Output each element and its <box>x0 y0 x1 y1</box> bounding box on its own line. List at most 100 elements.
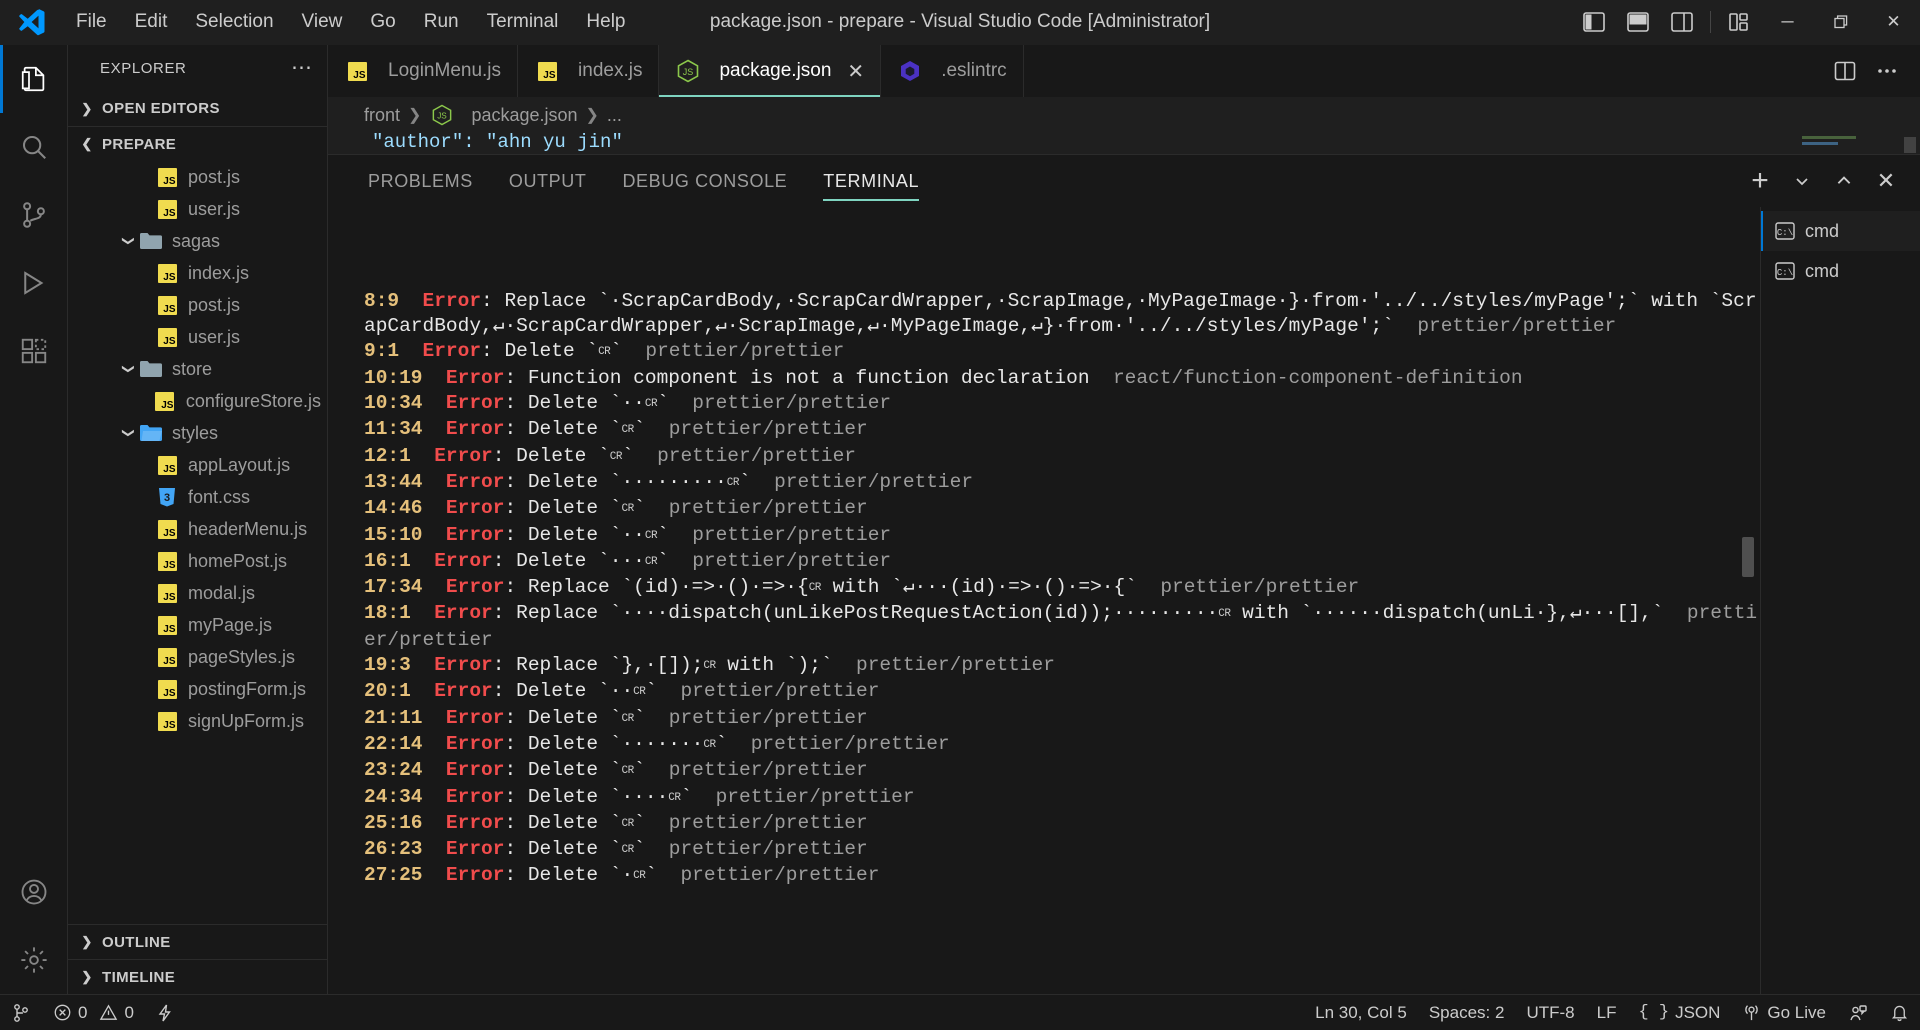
split-editor-icon[interactable] <box>1826 52 1864 90</box>
status-go-live[interactable]: Go Live <box>1731 995 1837 1030</box>
panel-tab-terminal[interactable]: TERMINAL <box>805 155 937 207</box>
terminal-line-rule: prettier/prettier <box>645 340 844 362</box>
tab-close-icon[interactable]: ✕ <box>847 59 864 84</box>
terminal-split-dropdown-icon[interactable] <box>1782 161 1822 201</box>
tree-item-label: sagas <box>172 231 220 252</box>
status-editor-language[interactable]: { } JSON <box>1627 995 1731 1030</box>
tree-file-index.js[interactable]: JSindex.js <box>68 257 327 289</box>
activity-search-icon[interactable] <box>0 113 68 181</box>
tree-file-user.js[interactable]: JSuser.js <box>68 193 327 225</box>
tree-file-configureStore.js[interactable]: JSconfigureStore.js <box>68 385 327 417</box>
chevron-right-icon: ❯ <box>76 934 98 950</box>
activity-run-debug-icon[interactable] <box>0 249 68 317</box>
terminal-line-message: Replace `(id)·=>·()·=>·{CR with `↵···(id… <box>528 576 1137 598</box>
tab-index-js[interactable]: JS index.js <box>518 45 659 97</box>
section-prepare-label: PREPARE <box>102 136 176 153</box>
menu-run[interactable]: Run <box>410 5 473 39</box>
menu-terminal[interactable]: Terminal <box>473 5 573 39</box>
editor-more-actions-icon[interactable] <box>1868 52 1906 90</box>
terminal-line-severity: Error <box>434 602 493 624</box>
status-notifications[interactable] <box>1879 995 1920 1030</box>
tree-file-pageStyles.js[interactable]: JSpageStyles.js <box>68 641 327 673</box>
breadcrumb-item-more[interactable]: ... <box>607 105 622 126</box>
terminal-line-message: Delete `CR` <box>528 838 646 860</box>
tree-file-headerMenu.js[interactable]: JSheaderMenu.js <box>68 513 327 545</box>
status-editor-position[interactable]: Ln 30, Col 5 <box>1304 995 1418 1030</box>
terminal-list-item-cmd-1[interactable]: C:\ cmd <box>1761 211 1920 251</box>
tree-file-appLayout.js[interactable]: JSappLayout.js <box>68 449 327 481</box>
tree-folder-styles[interactable]: ❮styles <box>68 417 327 449</box>
terminal-line-position: 14:46 <box>364 497 423 519</box>
tab-loginmenu-js[interactable]: JS LoginMenu.js <box>328 45 518 97</box>
maximize-panel-icon[interactable] <box>1824 161 1864 201</box>
tree-file-postingForm.js[interactable]: JSpostingForm.js <box>68 673 327 705</box>
status-feedback[interactable] <box>1837 995 1879 1030</box>
section-outline[interactable]: ❯ OUTLINE <box>68 924 327 959</box>
breadcrumb-item-package-json[interactable]: package.json <box>471 105 577 126</box>
toggle-primary-sidebar-icon[interactable] <box>1572 0 1616 44</box>
window-maximize-button[interactable] <box>1814 0 1867 44</box>
tree-file-user.js[interactable]: JSuser.js <box>68 321 327 353</box>
tree-file-homePost.js[interactable]: JShomePost.js <box>68 545 327 577</box>
menu-selection[interactable]: Selection <box>181 5 287 39</box>
panel-tab-debug-console[interactable]: DEBUG CONSOLE <box>604 155 805 207</box>
tree-file-myPage.js[interactable]: JSmyPage.js <box>68 609 327 641</box>
folder-open-icon <box>138 423 164 443</box>
status-remote-indicator[interactable] <box>0 995 42 1030</box>
tab-eslintrc[interactable]: .eslintrc <box>881 45 1023 97</box>
chevron-down-icon[interactable]: ❮ <box>120 230 134 252</box>
menu-view[interactable]: View <box>288 5 357 39</box>
activity-extensions-icon[interactable] <box>0 317 68 385</box>
status-editor-eol[interactable]: LF <box>1586 995 1628 1030</box>
tree-file-signUpForm.js[interactable]: JSsignUpForm.js <box>68 705 327 737</box>
toggle-secondary-sidebar-icon[interactable] <box>1660 0 1704 44</box>
tree-folder-store[interactable]: ❮store <box>68 353 327 385</box>
new-terminal-icon[interactable]: + <box>1740 161 1780 201</box>
section-timeline[interactable]: ❯ TIMELINE <box>68 959 327 994</box>
section-open-editors[interactable]: ❯ OPEN EDITORS <box>68 91 327 126</box>
panel-tab-problems[interactable]: PROBLEMS <box>350 155 491 207</box>
terminal-line: 11:34 Error: Delete `CR` prettier/pretti… <box>364 417 1760 443</box>
menu-file[interactable]: File <box>62 5 121 39</box>
breadcrumb-item-front[interactable]: front <box>364 105 400 126</box>
terminal-list-item-cmd-2[interactable]: C:\ cmd <box>1761 251 1920 291</box>
sidebar-more-actions-icon[interactable]: ⋯ <box>291 63 313 73</box>
tree-file-modal.js[interactable]: JSmodal.js <box>68 577 327 609</box>
section-prepare[interactable]: ❮ PREPARE <box>68 126 327 161</box>
terminal-output[interactable]: 8:9 Error: Replace `·ScrapCardBody,·Scra… <box>328 207 1760 994</box>
tree-file-post.js[interactable]: JSpost.js <box>68 161 327 193</box>
panel-tab-output[interactable]: OUTPUT <box>491 155 605 207</box>
terminal-line-message: Function component is not a function dec… <box>528 367 1090 389</box>
activity-manage-settings-icon[interactable] <box>0 926 68 994</box>
chevron-down-icon[interactable]: ❮ <box>120 358 134 380</box>
js-file-icon: JS <box>154 616 180 635</box>
tree-file-post.js[interactable]: JSpost.js <box>68 289 327 321</box>
menu-go[interactable]: Go <box>356 5 409 39</box>
terminal-line: 20:1 Error: Delete `··CR` prettier/prett… <box>364 679 1760 705</box>
window-close-button[interactable]: ✕ <box>1867 0 1920 44</box>
activity-source-control-icon[interactable] <box>0 181 68 249</box>
menu-edit[interactable]: Edit <box>121 5 182 39</box>
chevron-down-icon[interactable]: ❮ <box>120 422 134 444</box>
customize-layout-icon[interactable] <box>1717 0 1761 44</box>
status-problems[interactable]: 0 0 <box>42 995 145 1030</box>
tree-file-font.css[interactable]: 3font.css <box>68 481 327 513</box>
activity-accounts-icon[interactable] <box>0 858 68 926</box>
status-editor-indentation[interactable]: Spaces: 2 <box>1418 995 1516 1030</box>
menu-help[interactable]: Help <box>572 5 639 39</box>
tree-folder-sagas[interactable]: ❮ sagas <box>68 225 327 257</box>
terminal-line: 13:44 Error: Delete `·········CR` pretti… <box>364 470 1760 496</box>
tab-package-json[interactable]: JS package.json ✕ <box>659 45 881 97</box>
sidebar-title: EXPLORER <box>100 60 187 77</box>
status-ports[interactable] <box>145 995 185 1030</box>
close-panel-icon[interactable]: ✕ <box>1866 161 1906 201</box>
window-minimize-button[interactable]: ─ <box>1761 0 1814 44</box>
status-language-label: JSON <box>1675 1003 1720 1023</box>
terminal-scrollbar[interactable] <box>1742 537 1754 577</box>
node-file-icon: JS <box>429 104 455 126</box>
status-editor-encoding[interactable]: UTF-8 <box>1515 995 1585 1030</box>
editor-scrollbar[interactable] <box>1904 137 1916 153</box>
tab-label: index.js <box>578 60 642 82</box>
activity-explorer-icon[interactable] <box>0 45 68 113</box>
toggle-panel-icon[interactable] <box>1616 0 1660 44</box>
